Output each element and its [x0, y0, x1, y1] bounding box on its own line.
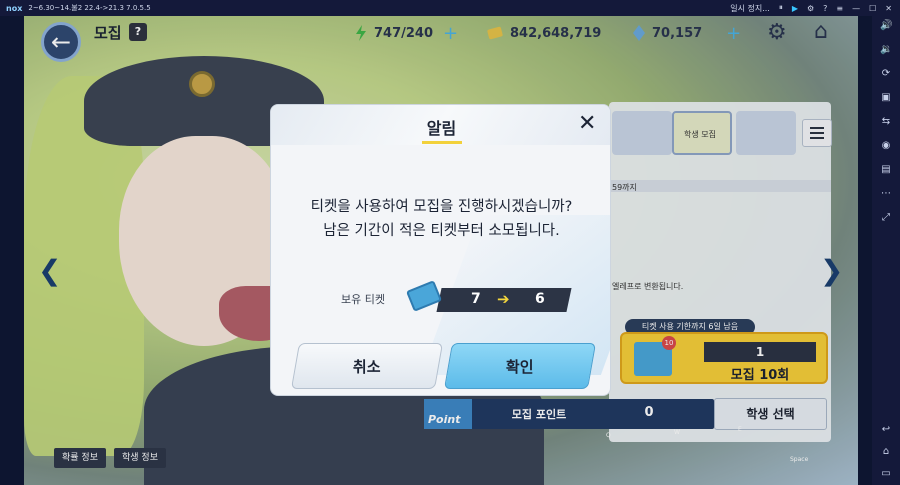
- confirm-dialog: 알림 ✕ 티켓을 사용하여 모집을 진행하시겠습니까? 남은 기간이 적은 티켓…: [270, 104, 611, 396]
- cancel-button[interactable]: 취소: [290, 343, 444, 389]
- confirm-button[interactable]: 확인: [443, 343, 597, 389]
- record-icon[interactable]: ◉: [880, 140, 892, 151]
- home-nav-icon[interactable]: ⌂: [880, 446, 892, 457]
- volume-down-icon[interactable]: 🔉: [880, 44, 892, 55]
- emulator-sidebar: 🔊 🔉 ⟳ ▣ ⇆ ◉ ▤ ⋯ ⤢ ↩ ⌂ ▭: [872, 16, 900, 485]
- emulator-logo: nox: [6, 3, 23, 13]
- pause-icon[interactable]: ⏸: [779, 3, 783, 13]
- apk-icon[interactable]: ▤: [880, 164, 892, 175]
- dialog-close-icon[interactable]: ✕: [578, 111, 596, 136]
- volume-up-icon[interactable]: 🔊: [880, 20, 892, 31]
- fullscreen-icon[interactable]: ⤢: [880, 212, 892, 223]
- settings-icon[interactable]: ⚙: [807, 4, 814, 13]
- ticket-count-after: 6: [535, 291, 545, 307]
- back-nav-icon[interactable]: ↩: [880, 424, 892, 435]
- rotate-icon[interactable]: ⟳: [880, 68, 892, 79]
- screenshot-icon[interactable]: ▣: [880, 92, 892, 103]
- pause-label[interactable]: 일시 정지...: [730, 3, 770, 14]
- sync-icon[interactable]: ⇆: [880, 116, 892, 127]
- dialog-message-line2: 남은 기간이 적은 티켓부터 소모됩니다.: [323, 223, 560, 239]
- screen: nox 2~6.30~14.불2 22.4->21.3 7.0.5.5 일시 정…: [0, 0, 900, 485]
- title-underline: [422, 141, 462, 144]
- menu-icon[interactable]: ≡: [836, 4, 843, 13]
- emulator-version: 2~6.30~14.불2 22.4->21.3 7.0.5.5: [28, 4, 151, 12]
- recent-nav-icon[interactable]: ▭: [880, 468, 892, 479]
- owned-ticket-label: 보유 티켓: [341, 293, 385, 306]
- maximize-icon[interactable]: ☐: [869, 4, 876, 13]
- more-icon[interactable]: ⋯: [880, 188, 892, 199]
- emulator-titlebar: nox 2~6.30~14.불2 22.4->21.3 7.0.5.5 일시 정…: [0, 0, 900, 16]
- dialog-message-line1: 티켓을 사용하여 모집을 진행하시겠습니까?: [310, 199, 573, 215]
- ticket-count-before: 7: [471, 291, 481, 307]
- close-icon[interactable]: ✕: [885, 4, 892, 13]
- play-icon[interactable]: ▶: [792, 4, 798, 13]
- help-icon[interactable]: ?: [823, 4, 827, 13]
- emulator-window-controls: 일시 정지... ⏸ ▶ ⚙ ? ≡ — ☐ ✕: [730, 0, 892, 16]
- game-viewport: 학생 모집 59까지 엘레프로 변환됩니다. ← 모집 ? 747/240 + …: [24, 16, 858, 485]
- cancel-label: 취소: [353, 357, 381, 376]
- dialog-title: 알림: [426, 119, 457, 138]
- confirm-label: 확인: [506, 357, 534, 376]
- arrow-right-icon: ➔: [497, 290, 510, 308]
- minimize-icon[interactable]: —: [852, 4, 860, 13]
